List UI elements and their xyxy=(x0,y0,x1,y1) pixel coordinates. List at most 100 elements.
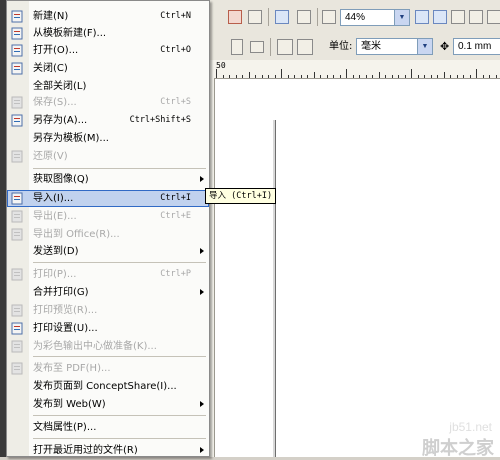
import-tooltip: 导入 (Ctrl+I) xyxy=(205,188,277,204)
print-setup-icon xyxy=(10,321,25,336)
menu-item[interactable]: 打开(O)... Ctrl+O xyxy=(7,42,209,59)
unit-value: 毫米 xyxy=(361,41,381,52)
submenu-arrow-icon xyxy=(200,401,204,407)
chevron-down-icon[interactable]: ▼ xyxy=(417,39,432,54)
menu-item[interactable]: 导入(I)... Ctrl+I xyxy=(7,190,209,207)
menu-item[interactable]: 全部关闭(L) xyxy=(7,78,209,95)
menu-item[interactable]: 打开最近用过的文件(R) xyxy=(7,442,209,459)
menu-item: 为彩色输出中心做准备(K)... xyxy=(7,338,209,355)
menu-item-label: 保存(S)... xyxy=(33,97,77,108)
snap-icon[interactable] xyxy=(297,10,311,24)
ruler-tick xyxy=(249,72,250,78)
ruler-tick xyxy=(359,75,360,78)
chevron-down-icon[interactable]: ▼ xyxy=(394,10,409,25)
menu-item[interactable]: 新建(N) Ctrl+N xyxy=(7,8,209,25)
menu-item[interactable]: 发送到(D) xyxy=(7,243,209,260)
menu-separator xyxy=(33,262,206,263)
ruler-tick xyxy=(450,75,451,78)
ruler-tick xyxy=(385,75,386,78)
menu-item[interactable]: 另存为模板(M)... xyxy=(7,130,209,147)
unit-label: 单位: xyxy=(329,41,353,52)
ruler-tick xyxy=(489,75,490,78)
nudge-input[interactable]: 0.1 mm xyxy=(453,38,500,55)
menu-item: 打印(P)... Ctrl+P xyxy=(7,266,209,283)
menu-item-label: 发布页面到 ConceptShare(I)... xyxy=(33,381,177,392)
zoom-in-icon[interactable] xyxy=(415,10,429,24)
menu-item-label: 另存为(A)... xyxy=(33,115,88,126)
ruler-tick xyxy=(346,69,347,78)
zoom-height-icon[interactable] xyxy=(487,10,500,24)
options-icon[interactable] xyxy=(322,10,336,24)
menu-item-label: 打印(P)... xyxy=(33,269,77,280)
print-preview-icon xyxy=(10,303,25,318)
ruler-tick xyxy=(314,72,315,78)
submenu-arrow-icon xyxy=(200,248,204,254)
export-icon xyxy=(10,209,25,224)
ruler-tick xyxy=(392,75,393,78)
zoom-out-icon[interactable] xyxy=(433,10,447,24)
zoom-select[interactable]: 44% ▼ xyxy=(340,9,410,26)
import-toolbar-icon[interactable] xyxy=(228,10,242,24)
standard-toolbar: 44% ▼ xyxy=(200,0,500,35)
menu-item-label: 全部关闭(L) xyxy=(33,81,87,92)
ruler-tick xyxy=(301,75,302,78)
revert-icon xyxy=(10,149,25,164)
ruler-tick xyxy=(236,75,237,78)
file-menu: 新建(N) Ctrl+N 从模板新建(F)... 打开(O)... Ctrl+O 关闭(C… xyxy=(6,0,210,457)
menu-item-shortcut: Ctrl+S xyxy=(160,97,191,107)
ruler-tick xyxy=(418,75,419,78)
menu-item[interactable]: 关闭(C) xyxy=(7,60,209,77)
export-toolbar-icon[interactable] xyxy=(248,10,262,24)
ruler-tick xyxy=(379,72,380,78)
menu-item[interactable]: 文档属性(P)... xyxy=(7,419,209,436)
menu-item[interactable]: 合并打印(G) xyxy=(7,284,209,301)
menu-item-label: 发送到(D) xyxy=(33,246,79,257)
ruler-tick xyxy=(366,75,367,78)
zoom-width-icon[interactable] xyxy=(469,10,483,24)
save-icon xyxy=(10,95,25,110)
menu-item-label: 打印预览(R)... xyxy=(33,305,98,316)
page-border xyxy=(275,120,276,457)
menu-item-label: 为彩色输出中心做准备(K)... xyxy=(33,341,157,352)
launcher-icon[interactable] xyxy=(275,10,289,24)
menu-item-label: 文档属性(P)... xyxy=(33,422,97,433)
drawing-canvas[interactable] xyxy=(215,79,500,457)
menu-item-label: 导入(I)... xyxy=(33,193,74,204)
submenu-arrow-icon xyxy=(200,176,204,182)
menu-item-shortcut: Ctrl+E xyxy=(160,211,191,221)
menu-item[interactable]: 另存为(A)... Ctrl+Shift+S xyxy=(7,112,209,129)
landscape-icon[interactable] xyxy=(250,41,264,53)
ruler-tick xyxy=(457,75,458,78)
save-as-icon xyxy=(10,113,25,128)
menu-separator xyxy=(33,415,206,416)
menu-item[interactable]: 打印设置(U)... xyxy=(7,320,209,337)
ruler-tick xyxy=(288,75,289,78)
unit-select[interactable]: 毫米 ▼ xyxy=(356,38,433,55)
ruler-tick xyxy=(411,69,412,78)
ruler-tick xyxy=(496,75,497,78)
menu-item[interactable]: 发布到 Web(W) xyxy=(7,396,209,413)
menu-item: 保存(S)... Ctrl+S xyxy=(7,94,209,111)
nudge-value: 0.1 mm xyxy=(458,41,492,52)
ruler-tick xyxy=(294,75,295,78)
ruler-tick xyxy=(333,75,334,78)
menu-item[interactable]: 获取图像(Q) xyxy=(7,171,209,188)
current-page-icon[interactable] xyxy=(297,39,313,55)
menu-item-label: 打开最近用过的文件(R) xyxy=(33,445,138,456)
export-office-icon xyxy=(10,227,25,242)
ruler-tick xyxy=(262,75,263,78)
portrait-icon[interactable] xyxy=(231,39,243,55)
ruler-tick xyxy=(255,75,256,78)
open-folder-icon xyxy=(10,43,25,58)
ruler-tick xyxy=(398,75,399,78)
ruler-tick xyxy=(216,69,217,78)
submenu-arrow-icon xyxy=(200,447,204,453)
menu-item[interactable]: 发布页面到 ConceptShare(I)... xyxy=(7,378,209,395)
ruler-tick xyxy=(327,75,328,78)
menu-item[interactable]: 从模板新建(F)... xyxy=(7,25,209,42)
all-pages-icon[interactable] xyxy=(277,39,293,55)
ruler-tick xyxy=(463,75,464,78)
menu-item-label: 还原(V) xyxy=(33,151,68,162)
menu-item-shortcut: Ctrl+I xyxy=(160,193,191,203)
zoom-page-icon[interactable] xyxy=(451,10,465,24)
